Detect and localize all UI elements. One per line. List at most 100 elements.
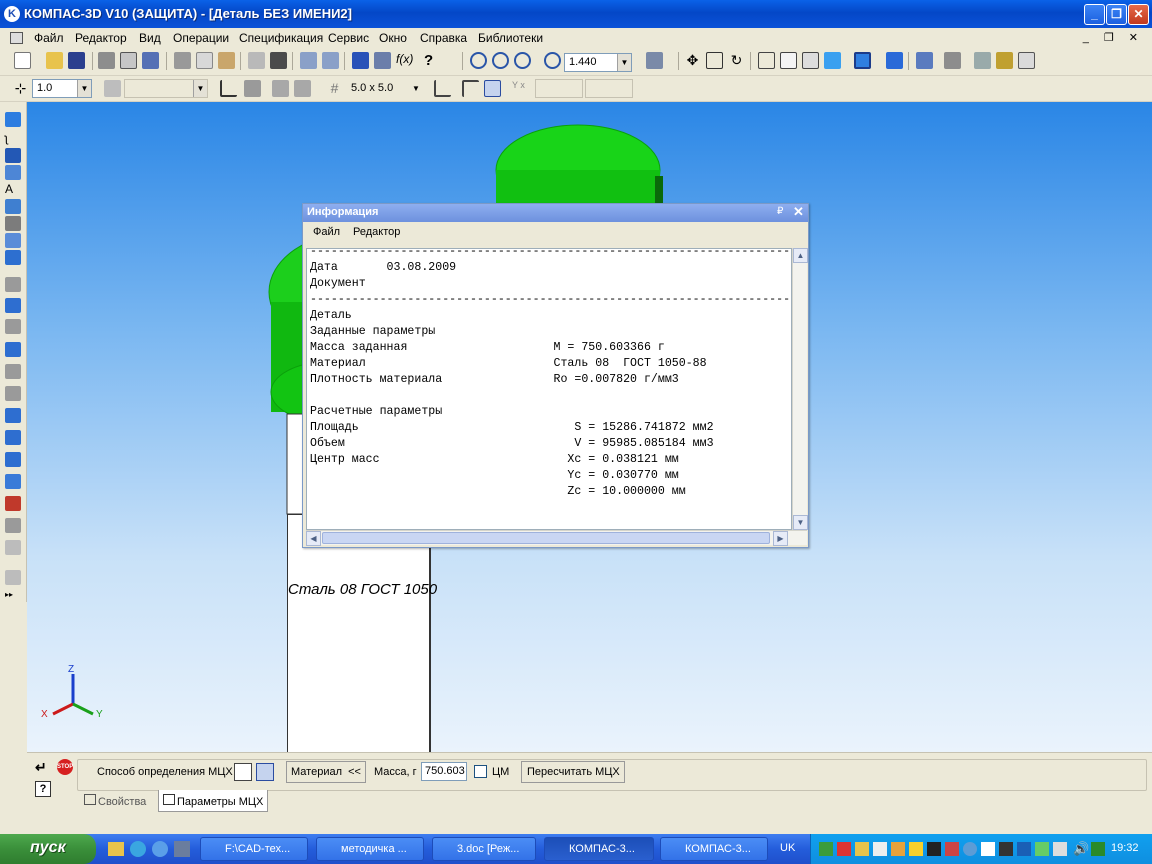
cut-icon[interactable]: [174, 52, 191, 69]
layer-icon[interactable]: [104, 80, 121, 97]
menu-file[interactable]: Файл: [34, 31, 64, 45]
tray-icon[interactable]: [891, 842, 905, 856]
volume-icon[interactable]: 🔊: [1073, 841, 1089, 857]
show-all-icon[interactable]: [706, 52, 723, 69]
halftone-icon[interactable]: [824, 52, 841, 69]
zoom-window-icon[interactable]: [470, 52, 487, 69]
expand-toolbar-icon[interactable]: ▸▸: [5, 590, 21, 605]
surfaces-icon[interactable]: [5, 148, 21, 163]
edit-icon[interactable]: [996, 52, 1013, 69]
extrude-icon[interactable]: [5, 277, 21, 292]
halftone-with-edges-icon[interactable]: [854, 52, 871, 69]
perspective-icon[interactable]: [886, 52, 903, 69]
scroll-down-icon[interactable]: ▼: [793, 515, 808, 530]
orientation-icon[interactable]: [646, 52, 663, 69]
tray-icon[interactable]: [1035, 842, 1049, 856]
scroll-left-icon[interactable]: ◀: [306, 531, 321, 546]
clock[interactable]: 19:32: [1111, 842, 1139, 854]
orthogonal-icon[interactable]: [434, 80, 451, 97]
array-op-icon[interactable]: [5, 474, 21, 489]
menu-view[interactable]: Вид: [139, 31, 161, 45]
spatial-curves-icon[interactable]: ʅ: [5, 131, 21, 146]
pan-icon[interactable]: ✥: [684, 52, 701, 69]
snap-icon[interactable]: [272, 80, 289, 97]
material-button[interactable]: Материал <<: [286, 761, 366, 783]
properties-icon[interactable]: [248, 52, 265, 69]
zoom-scale-icon[interactable]: [544, 52, 561, 69]
shell-icon[interactable]: [5, 452, 21, 467]
chevron-down-icon[interactable]: ▼: [193, 80, 207, 97]
document-icon[interactable]: [10, 32, 23, 44]
magnet-icon[interactable]: [294, 80, 311, 97]
method-option-2-icon[interactable]: [256, 763, 274, 781]
library-manager-icon[interactable]: [374, 52, 391, 69]
screen-icon[interactable]: [1018, 52, 1035, 69]
rotate-icon[interactable]: ↻: [728, 52, 745, 69]
wireframe-icon[interactable]: [758, 52, 775, 69]
scroll-right-icon[interactable]: ▶: [773, 531, 788, 546]
close-button[interactable]: ✕: [1128, 4, 1149, 25]
kompas-app-icon[interactable]: K: [4, 6, 20, 22]
new-file-icon[interactable]: [14, 52, 31, 69]
tray-icon[interactable]: [909, 842, 923, 856]
hidden-lines-icon[interactable]: [780, 52, 797, 69]
filter-icon[interactable]: [5, 199, 21, 214]
maximize-button[interactable]: ❐: [1106, 4, 1127, 25]
specification-icon[interactable]: [5, 216, 21, 231]
task-word-manual[interactable]: методичка ...: [316, 837, 424, 861]
task-kompas-2[interactable]: КОМПАС-3...: [660, 837, 768, 861]
tray-icon[interactable]: [1091, 842, 1105, 856]
zoom-in-icon[interactable]: [492, 52, 509, 69]
plane-icon[interactable]: [244, 80, 261, 97]
hole-icon[interactable]: [5, 364, 21, 379]
rib-icon[interactable]: [5, 518, 21, 533]
chamfer-icon[interactable]: [5, 430, 21, 445]
editing-details-icon[interactable]: [5, 112, 21, 127]
variables-icon[interactable]: f(x): [396, 52, 413, 69]
mirror-icon[interactable]: [5, 496, 21, 511]
cursor-step-icon[interactable]: ⊹: [12, 80, 29, 97]
zoom-combo[interactable]: 1.440 ▼: [564, 53, 632, 72]
info-menu-editor[interactable]: Редактор: [353, 226, 400, 238]
paste-icon[interactable]: [218, 52, 235, 69]
task-explorer[interactable]: F:\CAD-тех...: [200, 837, 308, 861]
tray-icon[interactable]: [945, 842, 959, 856]
tray-icon[interactable]: [981, 842, 995, 856]
local-cs-icon[interactable]: [220, 80, 237, 97]
tray-icon[interactable]: [819, 842, 833, 856]
menu-specification[interactable]: Спецификация: [239, 31, 323, 45]
tray-icon[interactable]: [855, 842, 869, 856]
rotate-op-icon[interactable]: [5, 298, 21, 313]
draft-icon[interactable]: [5, 570, 21, 585]
menu-service[interactable]: Сервис: [328, 31, 369, 45]
tray-icon[interactable]: [1017, 842, 1031, 856]
help-icon[interactable]: ?: [35, 781, 51, 797]
tray-icon[interactable]: [927, 842, 941, 856]
tray-icon[interactable]: [999, 842, 1013, 856]
info-menu-file[interactable]: Файл: [313, 226, 340, 238]
title-bar[interactable]: K КОМПАС-3D V10 (ЗАЩИТА) - [Деталь БЕЗ И…: [0, 0, 1152, 28]
info-window[interactable]: Информация ₽ ✕ Файл Редактор -----------…: [302, 203, 809, 548]
layer-combo[interactable]: ▼: [124, 79, 208, 98]
x-coord-field[interactable]: [535, 79, 583, 98]
tray-icon[interactable]: [873, 842, 887, 856]
print-preview-icon[interactable]: [120, 52, 137, 69]
tab-properties[interactable]: Свойства: [80, 790, 154, 812]
step-combo[interactable]: 1.0 ▼: [32, 79, 92, 98]
save-icon[interactable]: [68, 52, 85, 69]
section-icon[interactable]: [916, 52, 933, 69]
method-option-1-icon[interactable]: [234, 763, 252, 781]
y-coord-field[interactable]: [585, 79, 633, 98]
menu-libraries[interactable]: Библиотеки: [478, 31, 543, 45]
cm-checkbox[interactable]: [474, 765, 487, 778]
quick-launch-browser-icon[interactable]: [152, 841, 168, 857]
round-icon[interactable]: [462, 80, 479, 97]
cut-extrude-icon[interactable]: [5, 386, 21, 401]
open-folder-icon[interactable]: [46, 52, 63, 69]
help-pointer-icon[interactable]: ?: [424, 52, 441, 69]
task-word-3doc[interactable]: 3.doc [Реж...: [432, 837, 536, 861]
info-text-area[interactable]: ----------------------------------------…: [306, 248, 792, 530]
start-button[interactable]: пуск: [0, 834, 96, 864]
info-close-button[interactable]: ✕: [793, 204, 804, 220]
zoom-out-icon[interactable]: [514, 52, 531, 69]
